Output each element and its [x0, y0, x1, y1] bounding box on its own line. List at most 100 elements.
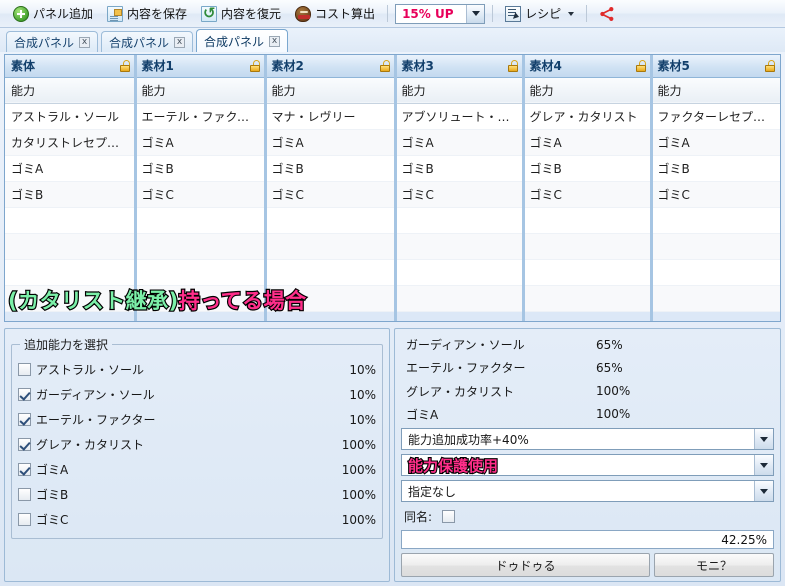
cell[interactable] [395, 310, 524, 321]
cell[interactable] [523, 259, 652, 286]
cell[interactable] [523, 285, 652, 312]
lock-icon[interactable] [119, 59, 131, 72]
cell[interactable]: ゴミA [5, 155, 136, 182]
restore-content-button[interactable]: 内容を復元 [194, 2, 288, 26]
lock-icon[interactable] [507, 59, 519, 72]
cell[interactable]: ゴミC [651, 181, 780, 208]
share-button[interactable] [592, 2, 622, 26]
list-item[interactable]: ゴミA 100% [18, 457, 376, 482]
list-item[interactable]: グレア・カタリスト 100% [18, 432, 376, 457]
cell[interactable] [651, 285, 780, 312]
success-rate-dropdown-button[interactable] [754, 429, 773, 450]
cell[interactable]: アストラル・ソール [5, 103, 136, 130]
tab-panel-2[interactable]: 合成パネル x [101, 31, 194, 52]
synthesis-grid[interactable]: 素体 素材1 素材2 素材3 素材4 素材5 能力 能力 能力 能力 能力 能力… [4, 54, 781, 322]
lock-icon[interactable] [764, 59, 776, 72]
column-header-material-5[interactable]: 素材5 [651, 55, 780, 78]
cell[interactable] [651, 259, 780, 286]
cell[interactable] [135, 259, 266, 286]
cell[interactable] [135, 207, 266, 234]
tab-panel-3[interactable]: 合成パネル x [196, 29, 289, 52]
add-panel-button[interactable]: パネル追加 [6, 2, 100, 26]
cell[interactable]: ゴミB [651, 155, 780, 182]
column-header-material-1[interactable]: 素材1 [135, 55, 266, 78]
cell[interactable]: カタリストレセプター [5, 129, 136, 156]
protection-dropdown-button[interactable] [754, 455, 773, 476]
ability-checkbox[interactable] [18, 363, 31, 376]
cell[interactable]: ゴミB [395, 155, 524, 182]
cell[interactable] [265, 259, 396, 286]
cell[interactable]: ゴミB [135, 155, 266, 182]
cell[interactable] [265, 233, 396, 260]
cell[interactable] [523, 207, 652, 234]
cell[interactable] [265, 207, 396, 234]
table-row[interactable] [5, 259, 780, 286]
cell[interactable]: グレア・カタリスト [523, 103, 652, 130]
table-row[interactable]: ゴミA ゴミB ゴミB ゴミB ゴミB ゴミB [5, 155, 780, 182]
lock-icon[interactable] [635, 59, 647, 72]
table-row[interactable]: アストラル・ソール エーテル・ファクター マナ・レヴリー アブソリュート・グ..… [5, 103, 780, 130]
list-item[interactable]: ゴミC 100% [18, 507, 376, 532]
cell[interactable] [651, 233, 780, 260]
cell[interactable]: ゴミC [523, 181, 652, 208]
cost-rate-select[interactable]: 15% UP [395, 3, 486, 24]
cell[interactable] [651, 207, 780, 234]
column-header-material-2[interactable]: 素材2 [265, 55, 396, 78]
list-item[interactable]: ガーディアン・ソール 10% [18, 382, 376, 407]
calculate-cost-button[interactable]: コスト算出 [288, 2, 382, 26]
cell[interactable]: ゴミC [265, 181, 396, 208]
column-header-base[interactable]: 素体 [5, 55, 136, 78]
table-row[interactable]: カタリストレセプター ゴミA ゴミA ゴミA ゴミA ゴミA [5, 129, 780, 156]
cell[interactable] [523, 310, 652, 321]
same-name-checkbox[interactable] [442, 509, 456, 523]
ability-checkbox[interactable] [18, 413, 31, 426]
specification-select[interactable]: 指定なし [401, 480, 774, 503]
dudu-button[interactable]: ドゥドゥる [401, 553, 650, 577]
table-row[interactable] [5, 207, 780, 234]
cell[interactable] [5, 207, 136, 234]
cell[interactable]: ゴミA [395, 129, 524, 156]
recipe-menu-button[interactable]: レシピ [498, 2, 581, 26]
ability-checkbox[interactable] [18, 488, 31, 501]
ability-checkbox[interactable] [18, 388, 31, 401]
cell[interactable] [5, 233, 136, 260]
cell[interactable]: アブソリュート・グ... [395, 103, 524, 130]
column-header-material-3[interactable]: 素材3 [395, 55, 524, 78]
list-item[interactable]: ゴミB 100% [18, 482, 376, 507]
cell[interactable]: ゴミA [523, 129, 652, 156]
list-item[interactable]: アストラル・ソール 10% [18, 357, 376, 382]
cell[interactable] [523, 233, 652, 260]
moni-button[interactable]: モニ？ [654, 553, 774, 577]
cell[interactable]: マナ・レヴリー [265, 103, 396, 130]
cell[interactable]: ゴミA [265, 129, 396, 156]
cell[interactable]: ゴミA [135, 129, 266, 156]
lock-icon[interactable] [249, 59, 261, 72]
cell[interactable]: ゴミB [523, 155, 652, 182]
cell[interactable] [5, 259, 136, 286]
cell[interactable] [651, 310, 780, 321]
cell[interactable]: ゴミB [5, 181, 136, 208]
cell[interactable]: ゴミB [265, 155, 396, 182]
lock-icon[interactable] [379, 59, 391, 72]
protection-select[interactable]: 能力保護使用 [401, 454, 774, 477]
table-row[interactable] [5, 233, 780, 260]
cell[interactable] [395, 259, 524, 286]
table-row[interactable]: ゴミB ゴミC ゴミC ゴミC ゴミC ゴミC [5, 181, 780, 208]
close-icon[interactable]: x [174, 36, 186, 48]
success-rate-select[interactable]: 能力追加成功率+40% [401, 428, 774, 451]
ability-checkbox[interactable] [18, 438, 31, 451]
cell[interactable] [395, 285, 524, 312]
cell[interactable] [135, 233, 266, 260]
ability-checkbox[interactable] [18, 463, 31, 476]
cell[interactable]: ゴミA [651, 129, 780, 156]
cell[interactable]: ゴミC [395, 181, 524, 208]
close-icon[interactable]: x [269, 35, 281, 47]
cell[interactable]: ファクターレセプター [651, 103, 780, 130]
list-item[interactable]: エーテル・ファクター 10% [18, 407, 376, 432]
tab-panel-1[interactable]: 合成パネル x [6, 31, 99, 52]
cell[interactable]: エーテル・ファクター [135, 103, 266, 130]
specification-dropdown-button[interactable] [754, 481, 773, 502]
save-content-button[interactable]: 内容を保存 [100, 2, 194, 26]
column-header-material-4[interactable]: 素材4 [523, 55, 652, 78]
cost-rate-dropdown-button[interactable] [466, 4, 485, 23]
